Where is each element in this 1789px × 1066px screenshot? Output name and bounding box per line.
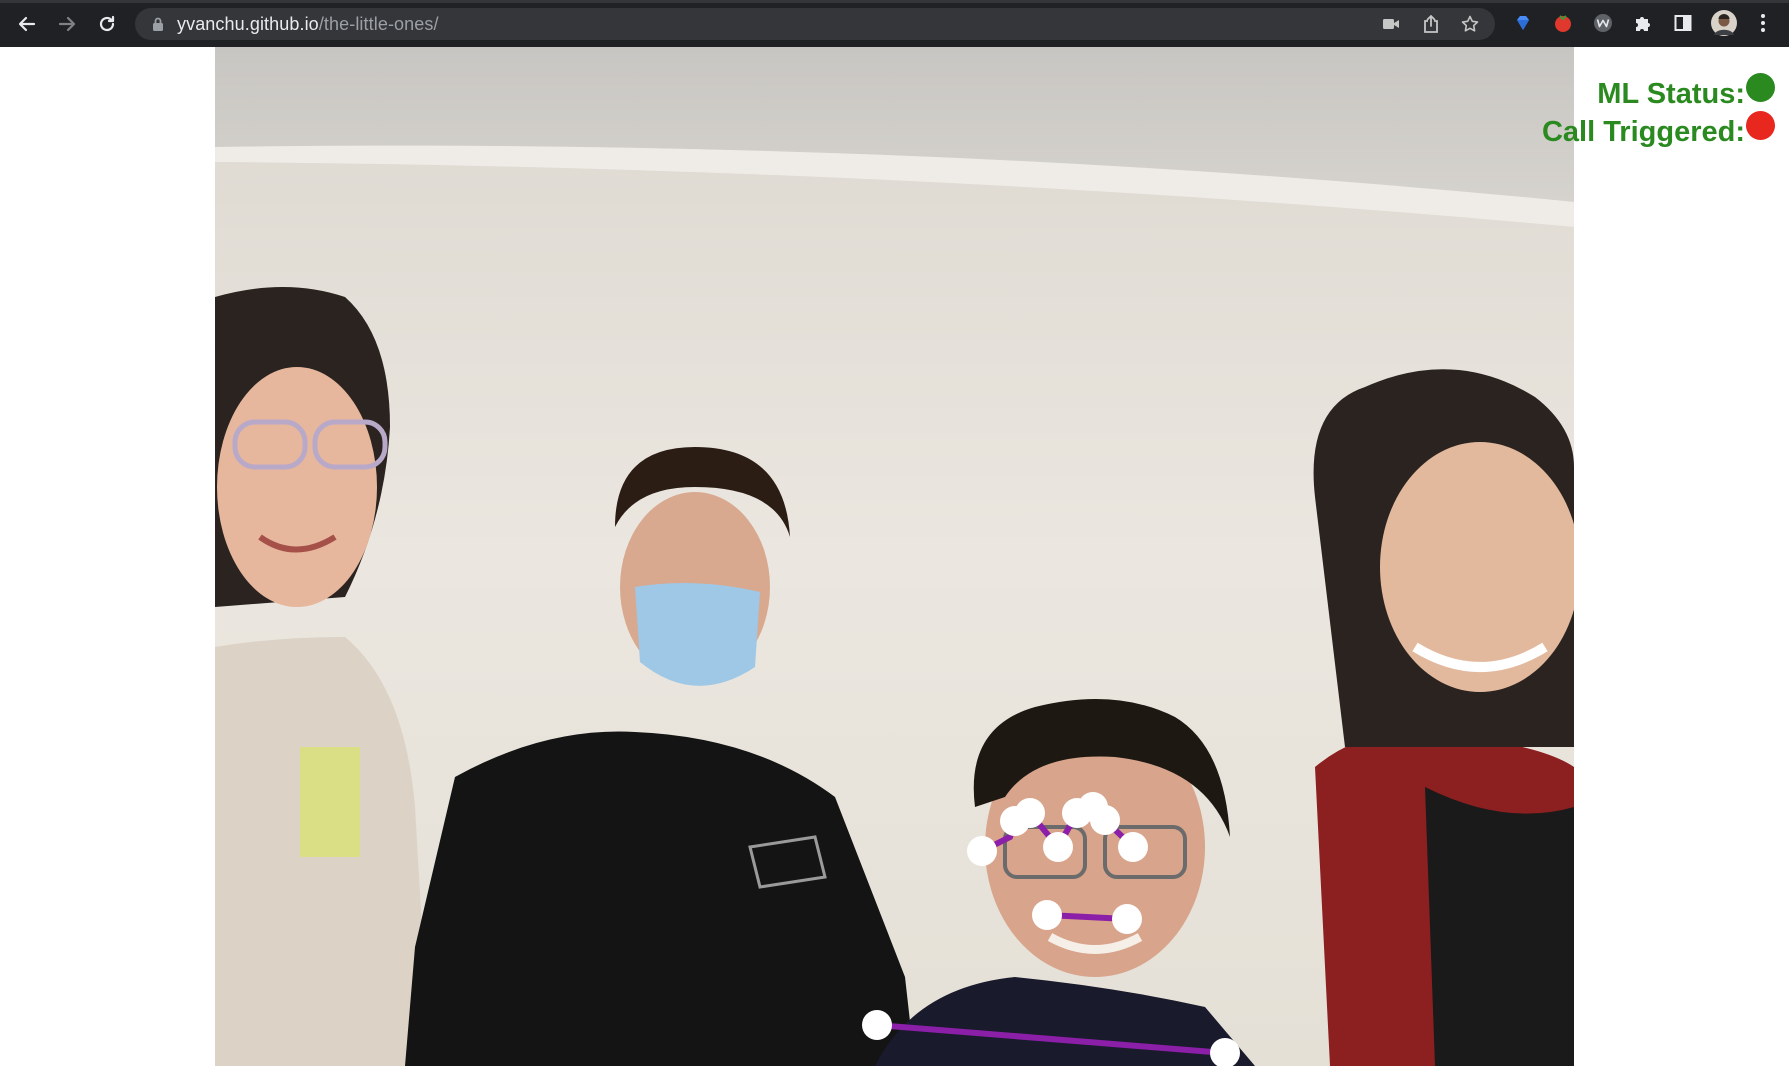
forward-button[interactable] xyxy=(53,10,81,38)
url-text[interactable]: yvanchu.github.io/the-little-ones/ xyxy=(177,14,439,35)
arrow-left-icon xyxy=(18,16,36,32)
url-host: yvanchu.github.io xyxy=(177,14,319,34)
gem-extension-icon[interactable] xyxy=(1512,12,1534,34)
call-triggered-label: Call Triggered: xyxy=(1541,116,1745,148)
w-extension-icon[interactable] xyxy=(1592,12,1614,34)
star-icon[interactable] xyxy=(1461,15,1479,33)
call-triggered-indicator: Call Triggered: xyxy=(1541,111,1775,149)
side-panel-icon[interactable] xyxy=(1672,12,1694,34)
tomato-extension-icon[interactable] xyxy=(1552,12,1574,34)
share-icon[interactable] xyxy=(1422,15,1440,33)
kebab-menu-icon[interactable] xyxy=(1752,12,1774,34)
reload-button[interactable] xyxy=(93,10,121,38)
call-triggered-dot xyxy=(1746,111,1775,140)
ml-status-label: ML Status: xyxy=(1597,78,1745,110)
camera-icon[interactable] xyxy=(1382,15,1400,33)
profile-avatar[interactable] xyxy=(1711,10,1737,36)
url-path: /the-little-ones/ xyxy=(318,14,439,34)
person-right xyxy=(1313,369,1574,1066)
tab-strip-edge xyxy=(0,0,1789,3)
arrow-right-icon xyxy=(58,16,76,32)
puzzle-icon[interactable] xyxy=(1632,12,1654,34)
ml-status-dot xyxy=(1746,73,1775,102)
ml-status-indicator: ML Status: xyxy=(1597,73,1775,111)
browser-toolbar: yvanchu.github.io/the-little-ones/ xyxy=(0,0,1789,47)
lock-icon[interactable] xyxy=(151,16,165,37)
reload-icon xyxy=(99,15,115,32)
back-button[interactable] xyxy=(13,10,41,38)
webcam-frame xyxy=(215,47,1574,1066)
address-bar[interactable]: yvanchu.github.io/the-little-ones/ xyxy=(135,8,1495,40)
webcam-video-feed xyxy=(215,47,1574,1066)
